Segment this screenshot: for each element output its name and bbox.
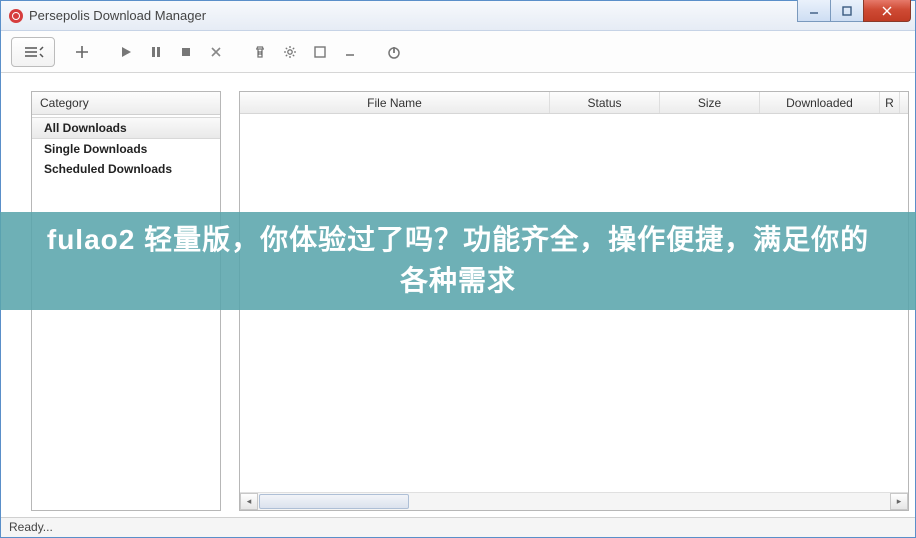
power-icon (386, 44, 402, 60)
promo-overlay: fulao2 轻量版，你体验过了吗？功能齐全，操作便捷，满足你的各种需求 (0, 212, 916, 310)
column-header-2[interactable]: Size (660, 92, 760, 113)
trash-icon (253, 45, 267, 59)
close-window-button[interactable] (863, 0, 911, 22)
scroll-thumb[interactable] (259, 494, 409, 509)
power-button[interactable] (379, 37, 409, 67)
horizontal-scrollbar[interactable]: ◂ ▸ (240, 492, 908, 510)
sidebar-header: Category (32, 92, 220, 115)
gear-icon (282, 44, 298, 60)
settings-button[interactable] (275, 37, 305, 67)
x-icon (209, 45, 223, 59)
sidebar-item-2[interactable]: Scheduled Downloads (32, 159, 220, 179)
plus-icon (74, 44, 90, 60)
maximize-window-button[interactable] (830, 0, 864, 22)
minimize-icon (808, 5, 820, 17)
promo-text: fulao2 轻量版，你体验过了吗？功能齐全，操作便捷，满足你的各种需求 (40, 220, 876, 301)
sidebar-list: All DownloadsSingle DownloadsScheduled D… (32, 115, 220, 181)
menu-button[interactable] (11, 37, 55, 67)
expand-icon (313, 45, 327, 59)
resume-button[interactable] (111, 37, 141, 67)
minimize-window-button[interactable] (797, 0, 831, 22)
column-header-0[interactable]: File Name (240, 92, 550, 113)
close-icon (880, 5, 894, 17)
status-bar: Ready... (1, 517, 915, 537)
status-text: Ready... (9, 520, 53, 534)
window-title: Persepolis Download Manager (29, 8, 798, 23)
maximize-icon (841, 5, 853, 17)
pause-button[interactable] (141, 37, 171, 67)
stop-icon (179, 45, 193, 59)
toolbar (1, 31, 915, 73)
minimize-tray-button[interactable] (335, 37, 365, 67)
play-icon (119, 45, 133, 59)
cancel-button[interactable] (201, 37, 231, 67)
expand-button[interactable] (305, 37, 335, 67)
dash-icon (343, 45, 357, 59)
column-header-3[interactable]: Downloaded (760, 92, 880, 113)
pause-icon (149, 45, 163, 59)
window-buttons (798, 1, 915, 30)
scroll-left-button[interactable]: ◂ (240, 493, 258, 510)
menu-icon (22, 45, 44, 59)
sidebar-item-0[interactable]: All Downloads (32, 117, 220, 139)
sidebar-item-1[interactable]: Single Downloads (32, 139, 220, 159)
delete-button[interactable] (245, 37, 275, 67)
app-icon (9, 9, 23, 23)
title-bar[interactable]: Persepolis Download Manager (1, 1, 915, 31)
table-header: File NameStatusSizeDownloadedR (240, 92, 908, 114)
column-header-4[interactable]: R (880, 92, 900, 113)
add-download-button[interactable] (67, 37, 97, 67)
column-header-1[interactable]: Status (550, 92, 660, 113)
stop-button[interactable] (171, 37, 201, 67)
scroll-right-button[interactable]: ▸ (890, 493, 908, 510)
